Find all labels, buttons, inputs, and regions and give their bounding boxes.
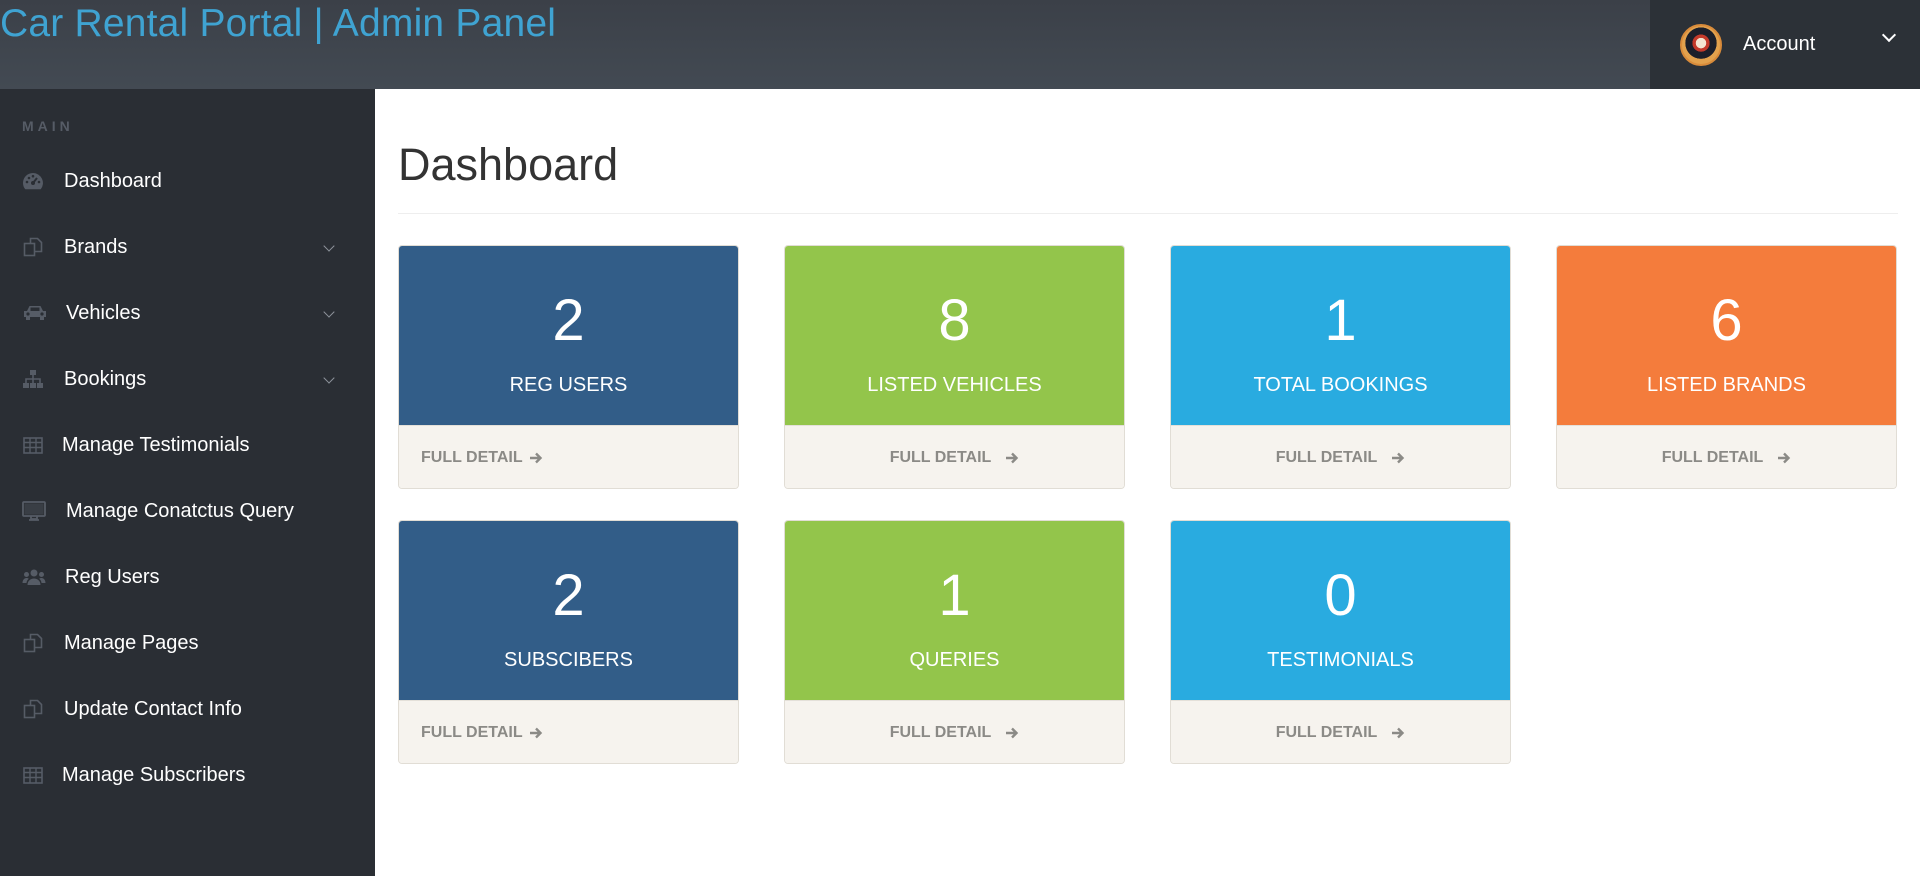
arrow-right-icon (1391, 726, 1405, 740)
table-icon (22, 764, 44, 786)
stat-card-subscribers: 2 SUBSCIBERS FULL DETAIL (398, 520, 739, 764)
card-label: QUERIES (909, 649, 1000, 671)
sidebar-item-label: Vehicles (66, 301, 141, 324)
sidebar-item-manage-subscribers[interactable]: Manage Subscribers (0, 742, 375, 808)
files-icon (22, 698, 44, 720)
arrow-right-icon (529, 726, 543, 740)
brand-title[interactable]: Car Rental Portal | Admin Panel (0, 2, 556, 46)
card-header: 1 QUERIES (785, 521, 1124, 700)
sidebar-item-vehicles[interactable]: Vehicles (0, 280, 375, 346)
top-bar: Car Rental Portal | Admin Panel Account (0, 0, 1920, 89)
full-detail-label: FULL DETAIL (889, 449, 992, 466)
sidebar-item-label: Update Contact Info (64, 697, 242, 720)
sidebar-item-manage-pages[interactable]: Manage Pages (0, 610, 375, 676)
car-icon (22, 302, 48, 324)
users-icon (22, 566, 46, 588)
chevron-down-icon (323, 306, 335, 318)
card-label: LISTED BRANDS (1647, 374, 1806, 396)
page-title: Dashboard (398, 139, 619, 190)
stat-card-listed-vehicles: 8 LISTED VEHICLES FULL DETAIL (784, 245, 1125, 489)
files-icon (22, 632, 44, 654)
card-label: TESTIMONIALS (1267, 649, 1414, 671)
card-count: 2 (552, 288, 585, 353)
sidebar-item-update-contact-info[interactable]: Update Contact Info (0, 676, 375, 742)
arrow-right-icon (1005, 451, 1019, 465)
full-detail-link[interactable]: FULL DETAIL (1171, 700, 1510, 763)
card-label: LISTED VEHICLES (867, 374, 1042, 396)
sidebar-item-manage-contactus-query[interactable]: Manage Conatctus Query (0, 478, 375, 544)
avatar (1680, 23, 1722, 66)
sidebar-item-label: Bookings (64, 367, 147, 390)
desktop-icon (22, 500, 46, 522)
full-detail-label: FULL DETAIL (421, 724, 523, 741)
full-detail-label: FULL DETAIL (889, 724, 992, 741)
sidebar: MAIN Dashboard Brands Vehicles Bookings (0, 89, 375, 876)
sidebar-item-reg-users[interactable]: Reg Users (0, 544, 375, 610)
files-icon (22, 236, 44, 258)
sidebar-item-label: Reg Users (65, 565, 160, 588)
stat-card-queries: 1 QUERIES FULL DETAIL (784, 520, 1125, 764)
chevron-down-icon (323, 372, 335, 384)
sidebar-item-bookings[interactable]: Bookings (0, 346, 375, 412)
sidebar-heading: MAIN (22, 118, 74, 134)
chevron-down-icon (1881, 27, 1897, 43)
sitemap-icon (22, 368, 44, 390)
sidebar-item-label: Manage Subscribers (62, 763, 246, 786)
full-detail-label: FULL DETAIL (1275, 449, 1378, 466)
card-count: 6 (1710, 288, 1743, 353)
stat-card-testimonials: 0 TESTIMONIALS FULL DETAIL (1170, 520, 1511, 764)
sidebar-item-brands[interactable]: Brands (0, 214, 375, 280)
card-count: 8 (938, 288, 971, 353)
stat-card-reg-users: 2 REG USERS FULL DETAIL (398, 245, 739, 489)
full-detail-link[interactable]: FULL DETAIL (1557, 425, 1896, 488)
full-detail-label: FULL DETAIL (1275, 724, 1378, 741)
full-detail-label: FULL DETAIL (1661, 449, 1764, 466)
card-label: SUBSCIBERS (504, 649, 633, 671)
card-header: 6 LISTED BRANDS (1557, 246, 1896, 425)
sidebar-item-label: Brands (64, 235, 128, 258)
full-detail-link[interactable]: FULL DETAIL (399, 425, 738, 488)
account-label: Account (1743, 33, 1816, 55)
stat-card-total-bookings: 1 TOTAL BOOKINGS FULL DETAIL (1170, 245, 1511, 489)
divider (398, 213, 1898, 214)
card-header: 1 TOTAL BOOKINGS (1171, 246, 1510, 425)
full-detail-link[interactable]: FULL DETAIL (1171, 425, 1510, 488)
stat-card-listed-brands: 6 LISTED BRANDS FULL DETAIL (1556, 245, 1897, 489)
full-detail-link[interactable]: FULL DETAIL (785, 700, 1124, 763)
account-menu[interactable]: Account (1650, 0, 1920, 89)
table-icon (22, 434, 44, 456)
sidebar-item-label: Dashboard (64, 169, 162, 192)
chevron-down-icon (323, 240, 335, 252)
sidebar-item-dashboard[interactable]: Dashboard (0, 148, 375, 214)
dashboard-icon (22, 170, 44, 192)
card-header: 8 LISTED VEHICLES (785, 246, 1124, 425)
card-header: 0 TESTIMONIALS (1171, 521, 1510, 700)
sidebar-item-manage-testimonials[interactable]: Manage Testimonials (0, 412, 375, 478)
card-header: 2 REG USERS (399, 246, 738, 425)
card-count: 1 (1324, 288, 1357, 353)
card-label: REG USERS (509, 374, 628, 396)
arrow-right-icon (1005, 726, 1019, 740)
card-header: 2 SUBSCIBERS (399, 521, 738, 700)
full-detail-link[interactable]: FULL DETAIL (785, 425, 1124, 488)
sidebar-item-label: Manage Conatctus Query (66, 499, 294, 522)
arrow-right-icon (529, 451, 543, 465)
full-detail-label: FULL DETAIL (421, 449, 523, 466)
card-count: 2 (552, 563, 585, 628)
sidebar-item-label: Manage Testimonials (62, 433, 250, 456)
card-count: 1 (938, 563, 971, 628)
card-count: 0 (1324, 563, 1357, 628)
sidebar-item-label: Manage Pages (64, 631, 199, 654)
arrow-right-icon (1391, 451, 1405, 465)
arrow-right-icon (1777, 451, 1791, 465)
full-detail-link[interactable]: FULL DETAIL (399, 700, 738, 763)
card-label: TOTAL BOOKINGS (1253, 374, 1428, 396)
